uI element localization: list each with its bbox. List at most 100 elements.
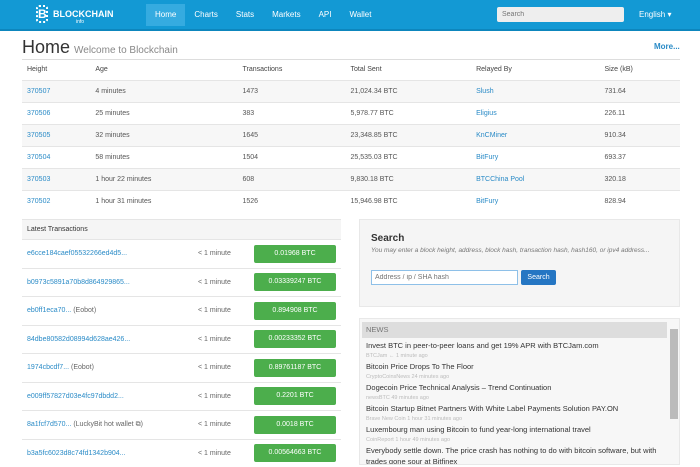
- table-cell: 608: [238, 168, 346, 190]
- block-height-link[interactable]: 370505: [27, 132, 50, 139]
- table-cell: 370503: [22, 168, 90, 190]
- transaction-hash: e6cce184caef05532266ed4d5...: [27, 250, 127, 257]
- relayed-by-link[interactable]: BTCChina Pool: [476, 176, 524, 183]
- nav-stats[interactable]: Stats: [227, 4, 263, 26]
- nav-wallet[interactable]: Wallet: [341, 4, 381, 26]
- relayed-by-link[interactable]: Eligius: [476, 110, 497, 117]
- transaction-hash-link[interactable]: eb0ff1eca70...: [27, 307, 71, 314]
- transaction-hash-link[interactable]: b3a5fc6023d8c74fd1342b904...: [27, 450, 125, 457]
- search-title: Search: [371, 233, 404, 244]
- language-dropdown[interactable]: English ▾: [639, 10, 672, 19]
- news-item-title[interactable]: Luxembourg man using Bitcoin to fund yea…: [366, 424, 666, 435]
- news-scrollbar[interactable]: [670, 329, 678, 419]
- blocks-table: HeightAgeTransactionsTotal SentRelayed B…: [22, 60, 680, 212]
- relayed-by-link[interactable]: Slush: [476, 88, 494, 95]
- transaction-tag: (LuckyBit hot wallet ⧉): [73, 421, 143, 428]
- transaction-amount-button[interactable]: 0.00233352 BTC: [254, 330, 336, 348]
- latest-transactions-panel: Latest Transactions e6cce184caef05532266…: [22, 219, 341, 467]
- transaction-time: < 1 minute: [198, 450, 231, 457]
- transaction-hash: 1974cbcdf7... (Eobot): [27, 364, 94, 371]
- block-height-link[interactable]: 370507: [27, 88, 50, 95]
- nav-home[interactable]: Home: [146, 4, 185, 26]
- news-item-source: CoinReport 1 hour 49 minutes ago: [366, 435, 666, 445]
- table-cell: 32 minutes: [90, 124, 237, 146]
- table-cell: BTCChina Pool: [471, 168, 599, 190]
- table-cell: 1473: [238, 80, 346, 102]
- table-cell: Slush: [471, 80, 599, 102]
- transaction-hash: eb0ff1eca70... (Eobot): [27, 307, 96, 314]
- transaction-hash-link[interactable]: 84dbe80582d08994d628ae426...: [27, 336, 130, 343]
- transaction-time: < 1 minute: [198, 250, 231, 257]
- table-cell: 5,978.77 BTC: [346, 102, 472, 124]
- transaction-hash: b0973c5891a70b8d864929865...: [27, 279, 130, 286]
- nav-charts[interactable]: Charts: [185, 4, 227, 26]
- transaction-hash-link[interactable]: b0973c5891a70b8d864929865...: [27, 279, 130, 286]
- table-cell: 370504: [22, 146, 90, 168]
- table-cell: 21,024.34 BTC: [346, 80, 472, 102]
- relayed-by-link[interactable]: KnCMiner: [476, 132, 507, 139]
- table-cell: 1 hour 22 minutes: [90, 168, 237, 190]
- table-cell: 370506: [22, 102, 90, 124]
- news-item-source: BTCJam ← 1 minute ago: [366, 351, 666, 361]
- latest-transactions-title: Latest Transactions: [22, 219, 341, 239]
- relayed-by-link[interactable]: BitFury: [476, 154, 498, 161]
- main-menu: Home Charts Stats Markets API Wallet: [146, 4, 380, 26]
- search-button[interactable]: Search: [521, 270, 556, 285]
- table-cell: 320.18: [599, 168, 680, 190]
- news-item-source: newsBTC 49 minutes ago: [366, 393, 666, 403]
- transaction-time: < 1 minute: [198, 336, 231, 343]
- transaction-tag: (Eobot): [71, 364, 94, 371]
- news-item-title[interactable]: Bitcoin Startup Bitnet Partners With Whi…: [366, 403, 666, 414]
- transaction-tag: (Eobot): [73, 307, 96, 314]
- transaction-row: 1974cbcdf7... (Eobot)< 1 minute0.8976118…: [22, 353, 341, 382]
- transaction-amount-button[interactable]: 0.2201 BTC: [254, 387, 336, 405]
- column-header: Relayed By: [471, 60, 599, 80]
- transaction-amount-button[interactable]: 0.03339247 BTC: [254, 273, 336, 291]
- language-label: English: [639, 10, 665, 19]
- transaction-hash: 8a1fcf7d570... (LuckyBit hot wallet ⧉): [27, 421, 143, 429]
- table-cell: 383: [238, 102, 346, 124]
- block-height-link[interactable]: 370502: [27, 198, 50, 205]
- block-height-link[interactable]: 370504: [27, 154, 50, 161]
- transaction-time: < 1 minute: [198, 279, 231, 286]
- block-height-link[interactable]: 370503: [27, 176, 50, 183]
- transaction-amount-button[interactable]: 0.894908 BTC: [254, 302, 336, 320]
- news-item-title[interactable]: Everybody settle down. The price crash h…: [366, 445, 666, 465]
- column-header: Height: [22, 60, 90, 80]
- table-cell: 9,830.18 BTC: [346, 168, 472, 190]
- transaction-hash-link[interactable]: 8a1fcf7d570...: [27, 421, 71, 428]
- transaction-amount-button[interactable]: 0.0018 BTC: [254, 416, 336, 434]
- table-cell: Eligius: [471, 102, 599, 124]
- transaction-row: b3a5fc6023d8c74fd1342b904... < 1 minute 0.…: [22, 439, 341, 467]
- relayed-by-link[interactable]: BitFury: [476, 198, 498, 205]
- transaction-amount-button[interactable]: 0.89761187 BTC: [254, 359, 336, 377]
- news-item-title[interactable]: Invest BTC in peer-to-peer loans and get…: [366, 340, 666, 351]
- transaction-row: e009ff57827d03e4fc97dbdd2...< 1 minute0.…: [22, 382, 341, 411]
- nav-search-input[interactable]: [497, 7, 624, 22]
- blockchain-logo[interactable]: BBLOCKCHAINinfo: [36, 5, 114, 23]
- table-row: 37050625 minutes3835,978.77 BTCEligius22…: [22, 102, 680, 124]
- table-cell: BitFury: [471, 146, 599, 168]
- nav-api[interactable]: API: [310, 4, 341, 26]
- table-row: 370503 1 hour 22 minutes6089,830.18 BTC BT…: [22, 168, 680, 190]
- news-item-title[interactable]: Bitcoin Price Drops To The Floor: [366, 361, 666, 372]
- transaction-hash-link[interactable]: e009ff57827d03e4fc97dbdd2...: [27, 393, 124, 400]
- search-input[interactable]: [371, 270, 518, 285]
- more-link[interactable]: More...: [654, 42, 680, 51]
- transaction-hash: 84dbe80582d08994d628ae426...: [27, 336, 130, 343]
- table-row: 37050532 minutes164523,348.85 BTCKnCMine…: [22, 124, 680, 146]
- table-row: 3705021 hour 31 minutes152615,946.98 BTC…: [22, 190, 680, 212]
- table-cell: 693.37: [599, 146, 680, 168]
- nav-markets[interactable]: Markets: [263, 4, 309, 26]
- transaction-hash-link[interactable]: e6cce184caef05532266ed4d5...: [27, 250, 127, 257]
- news-title: NEWS: [362, 322, 667, 338]
- news-item-source: Brave New Coin 1 hour 31 minutes ago: [366, 414, 666, 424]
- transaction-amount-button[interactable]: 0.00564663 BTC: [254, 444, 336, 462]
- table-cell: 1526: [238, 190, 346, 212]
- table-cell: 370505: [22, 124, 90, 146]
- transaction-hash-link[interactable]: 1974cbcdf7...: [27, 364, 69, 371]
- top-navbar: BBLOCKCHAINinfo Home Charts Stats Market…: [0, 0, 700, 31]
- block-height-link[interactable]: 370506: [27, 110, 50, 117]
- news-item-title[interactable]: Dogecoin Price Technical Analysis – Tren…: [366, 382, 666, 393]
- transaction-amount-button[interactable]: 0.01968 BTC: [254, 245, 336, 263]
